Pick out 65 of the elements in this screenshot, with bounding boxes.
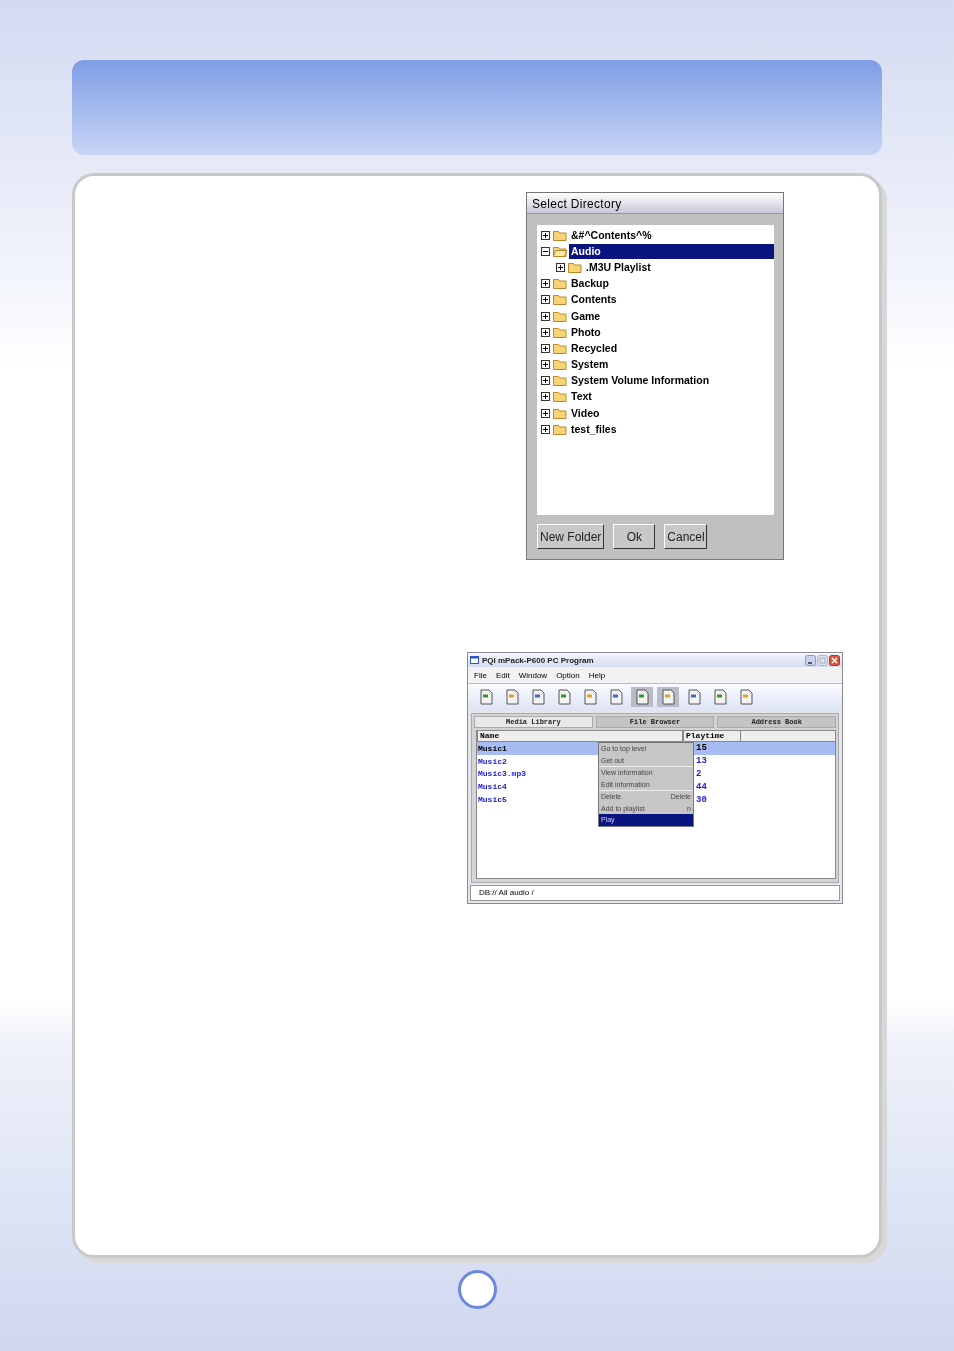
dialog-button[interactable]: Ok bbox=[613, 524, 656, 549]
table-cell[interactable]: Music5 bbox=[477, 795, 507, 805]
expand-icon[interactable] bbox=[541, 392, 550, 402]
window-title: PQI mPack-P600 PC Program bbox=[482, 655, 594, 665]
menu-item[interactable]: File bbox=[474, 670, 487, 680]
folder-icon bbox=[553, 310, 567, 322]
folder-name[interactable]: Audio bbox=[569, 243, 774, 259]
menu-item[interactable]: Edit bbox=[495, 670, 510, 680]
expand-icon[interactable] bbox=[541, 295, 550, 305]
folder-name[interactable]: Contents bbox=[569, 292, 619, 308]
menu-item[interactable]: Option bbox=[556, 670, 580, 680]
folder-name[interactable]: &#^Contents^% bbox=[569, 227, 654, 243]
folder-icon bbox=[553, 278, 567, 290]
folder-icon bbox=[553, 423, 567, 435]
folder-name[interactable]: Game bbox=[569, 308, 603, 324]
folder-name[interactable]: Video bbox=[569, 405, 602, 421]
folder-name[interactable]: Photo bbox=[569, 324, 603, 340]
window-icon bbox=[470, 656, 479, 664]
folder-name[interactable]: .M3U Playlist bbox=[584, 259, 653, 275]
table-cell[interactable]: Music2 bbox=[477, 756, 507, 766]
folder-icon bbox=[553, 326, 567, 338]
dialog-button[interactable]: New Folder bbox=[537, 524, 605, 549]
folder-name[interactable]: System bbox=[569, 357, 611, 373]
expand-icon[interactable] bbox=[541, 311, 550, 321]
folder-icon bbox=[553, 391, 567, 403]
table-cell: 2 bbox=[696, 769, 702, 779]
expand-icon[interactable] bbox=[541, 279, 550, 289]
expand-icon[interactable] bbox=[541, 360, 550, 370]
menu-item[interactable]: Window bbox=[518, 670, 548, 680]
folder-name[interactable]: System Volume Information bbox=[569, 373, 712, 389]
table-cell: 44 bbox=[696, 781, 707, 792]
folder-icon bbox=[568, 261, 582, 273]
expand-icon[interactable] bbox=[541, 408, 550, 418]
folder-name[interactable]: Backup bbox=[569, 276, 611, 292]
folder-icon bbox=[553, 294, 567, 306]
close-icon[interactable] bbox=[829, 654, 840, 666]
folder-name[interactable]: Recycled bbox=[569, 340, 620, 356]
folder-icon bbox=[553, 407, 567, 419]
dialog-button[interactable]: Cancel bbox=[664, 524, 708, 549]
table-cell[interactable]: Music4 bbox=[477, 782, 507, 792]
table-cell: 30 bbox=[696, 794, 707, 805]
folder-icon bbox=[553, 375, 567, 387]
folder-icon bbox=[553, 359, 567, 371]
collapse-icon[interactable] bbox=[541, 246, 550, 256]
table-cell: 13 bbox=[696, 756, 707, 767]
minimize-icon[interactable] bbox=[805, 654, 816, 666]
table-cell[interactable]: Music1 bbox=[477, 743, 507, 753]
open-folder-icon bbox=[553, 245, 567, 257]
expand-icon[interactable] bbox=[541, 343, 550, 353]
folder-name[interactable]: test_files bbox=[569, 421, 619, 437]
folder-icon bbox=[553, 229, 567, 241]
status-bar: DB:// All audio / bbox=[470, 885, 840, 901]
menu-item[interactable]: Help bbox=[588, 670, 606, 680]
folder-icon bbox=[553, 342, 567, 354]
table-cell: 15 bbox=[696, 743, 707, 754]
column-header[interactable]: Name bbox=[477, 731, 683, 742]
dialog-title: Select Directory bbox=[527, 193, 783, 214]
expand-icon[interactable] bbox=[556, 262, 565, 272]
table-cell[interactable]: Music3.mp3 bbox=[477, 769, 526, 779]
expand-icon[interactable] bbox=[541, 327, 550, 337]
expand-icon[interactable] bbox=[541, 424, 550, 434]
page-number-circle bbox=[457, 1270, 497, 1309]
expand-icon[interactable] bbox=[541, 230, 550, 240]
expand-icon[interactable] bbox=[541, 376, 550, 386]
folder-name[interactable]: Text bbox=[569, 389, 594, 405]
